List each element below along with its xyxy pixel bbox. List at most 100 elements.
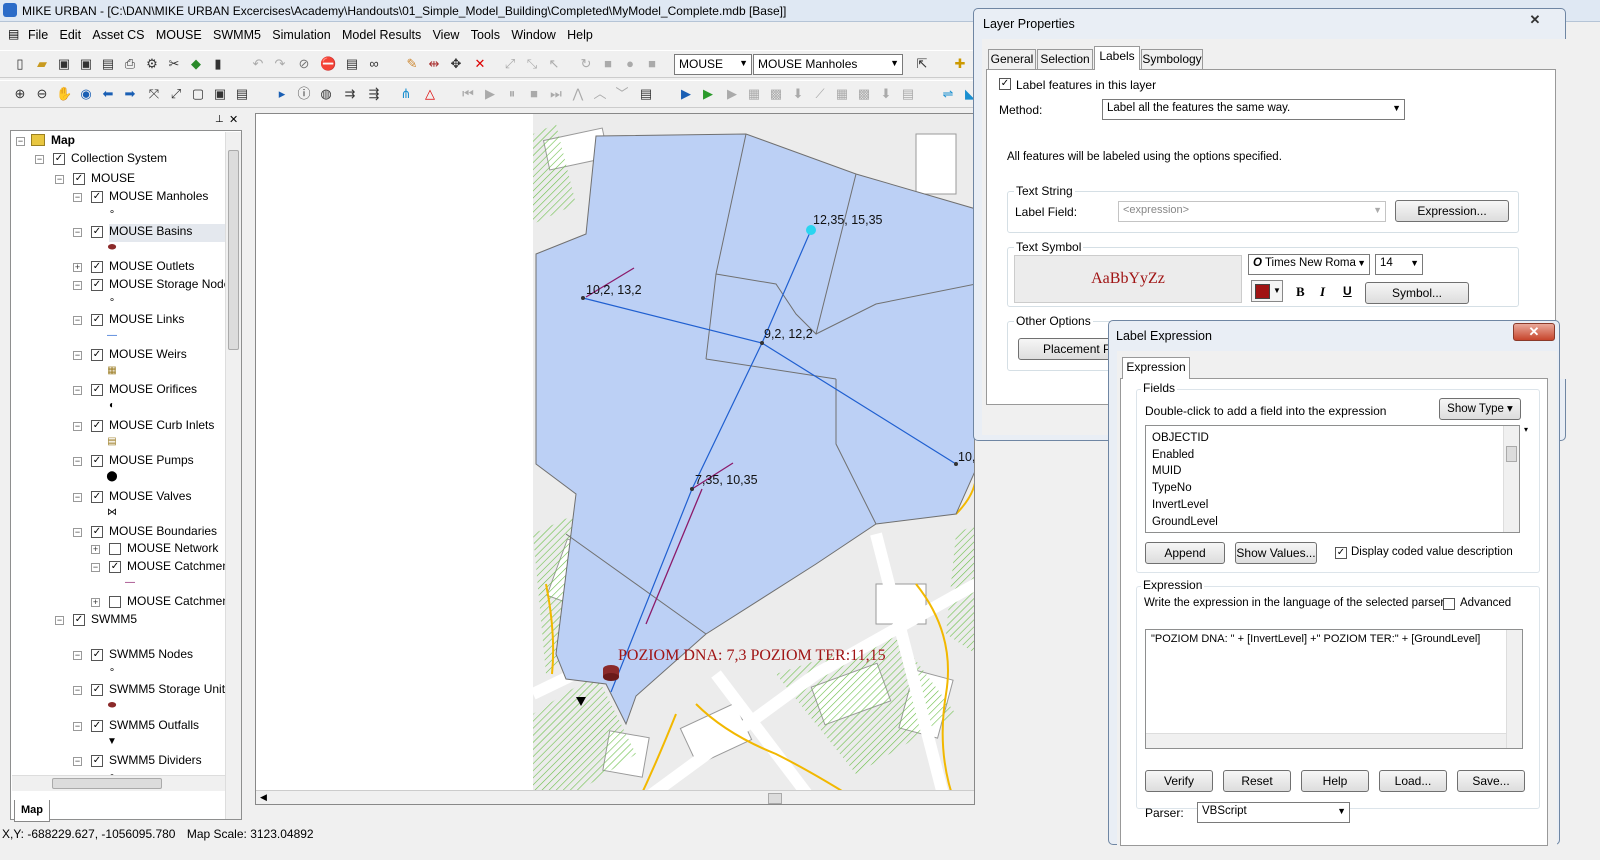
map-hscroll-thumb[interactable]	[768, 793, 782, 804]
pin-icon[interactable]: ⊥	[215, 114, 224, 125]
expand-toggle-icon[interactable]: −	[73, 757, 82, 766]
toc-layer-item[interactable]: SWMM5 Dividers	[109, 753, 225, 771]
layer-combo[interactable]: MOUSE Manholes ▼	[753, 54, 903, 75]
globe-icon[interactable]: ◆	[188, 56, 204, 72]
toc-layer-item[interactable]: MOUSE Pumps	[109, 453, 225, 471]
tool-g-icon[interactable]: ⬇	[878, 86, 894, 102]
toc-layer-item[interactable]: SWMM5 Outfalls	[109, 718, 225, 736]
layer-visibility-checkbox[interactable]: ✓	[91, 720, 103, 732]
tool-f-icon[interactable]: ▩	[856, 86, 872, 102]
fixed-zoom-out-icon[interactable]: ⤢	[168, 86, 184, 102]
menu-simulation[interactable]: Simulation	[268, 22, 334, 42]
toc-layer-item[interactable]: MOUSE Network	[127, 541, 225, 559]
select-layer-icon[interactable]: ⇱	[914, 56, 930, 72]
fixed-zoom-in-icon[interactable]: ⤧	[146, 86, 162, 102]
toc-hscroll-thumb[interactable]	[52, 778, 162, 789]
field-list-item[interactable]: MUID	[1152, 465, 1181, 477]
full-extent-icon[interactable]: ◉	[78, 86, 94, 102]
map-view[interactable]: 12,35, 15,35 10,2, 13,2 9,2, 12,2 10,5, …	[255, 113, 975, 805]
menu-file[interactable]: File	[24, 22, 52, 42]
collapse-icon[interactable]: −	[16, 137, 25, 146]
collection-system-checkbox[interactable]: ✓	[53, 153, 65, 165]
toc-close-icon[interactable]: ✕	[229, 113, 238, 126]
open-icon[interactable]: ▰	[34, 56, 50, 72]
field-list-item[interactable]: Enabled	[1152, 449, 1194, 461]
toc-layer-item[interactable]: MOUSE Boundaries	[109, 524, 225, 542]
fill-icon[interactable]: ■	[644, 56, 660, 72]
expand-toggle-icon[interactable]: +	[73, 263, 82, 272]
down-icon[interactable]: ﹀	[614, 86, 630, 102]
tools-icon[interactable]: ✂	[166, 56, 182, 72]
pencil-icon[interactable]: ✎	[404, 56, 420, 72]
menu-window[interactable]: Window	[507, 22, 559, 42]
layer-visibility-checkbox[interactable]	[109, 596, 121, 608]
field-list-item[interactable]: GroundLevel	[1152, 516, 1218, 528]
tool-d-icon[interactable]: ⟋	[812, 86, 828, 102]
pointer-icon[interactable]: ↖	[546, 56, 562, 72]
run-gray-icon[interactable]: ▶	[724, 86, 740, 102]
font-size-select[interactable]: 14 ▼	[1375, 254, 1423, 275]
display-coded-checkbox[interactable]: ✓	[1335, 547, 1347, 559]
reset-button[interactable]: Reset	[1223, 770, 1291, 792]
save-icon[interactable]: ▣	[56, 56, 72, 72]
tool-a-icon[interactable]: ▦	[746, 86, 762, 102]
layer-visibility-checkbox[interactable]: ✓	[91, 314, 103, 326]
layer-visibility-checkbox[interactable]: ✓	[73, 614, 85, 626]
trace2-icon[interactable]: ⇶	[366, 86, 382, 102]
load-button[interactable]: Load...	[1379, 770, 1447, 792]
identify-icon[interactable]: ⓘ	[296, 86, 312, 102]
tab-selection[interactable]: Selection	[1037, 49, 1093, 69]
fields-scroll-thumb[interactable]	[1506, 446, 1517, 462]
pan-icon[interactable]: ✋	[56, 86, 72, 102]
back-icon[interactable]: ⬅	[100, 86, 116, 102]
expression-button[interactable]: Expression...	[1395, 200, 1509, 222]
toc-layer-item[interactable]: MOUSE Manholes	[109, 189, 225, 207]
symbol-button[interactable]: Symbol...	[1365, 282, 1469, 304]
toc-layer-item[interactable]: MOUSE Outlets	[109, 259, 225, 277]
color-picker[interactable]: ▼	[1251, 280, 1283, 302]
toc-layer-item[interactable]: MOUSE Weirs	[109, 347, 225, 365]
no-entry-icon[interactable]: ⛔	[320, 56, 336, 72]
menu-edit[interactable]: Edit	[56, 22, 86, 42]
help-button[interactable]: Help	[1301, 770, 1369, 792]
toc-layer-item[interactable]: MOUSE Valves	[109, 489, 225, 507]
rewind-icon[interactable]: ⏮	[460, 86, 476, 102]
field-list-item[interactable]: Diameter	[1152, 532, 1199, 533]
scroll-left-icon[interactable]: ◀	[260, 792, 267, 803]
layer-visibility-checkbox[interactable]	[109, 543, 121, 555]
expand-toggle-icon[interactable]: −	[73, 228, 82, 237]
expand-toggle-icon[interactable]: −	[91, 563, 100, 572]
bold-button[interactable]: B	[1296, 284, 1305, 300]
layer-visibility-checkbox[interactable]: ✓	[91, 226, 103, 238]
stop-icon[interactable]: ⊘	[296, 56, 312, 72]
run-green-icon[interactable]: ▶	[700, 86, 716, 102]
connect-icon[interactable]: ⤢	[502, 56, 518, 72]
toc-layer-item[interactable]: MOUSE Basins	[109, 224, 225, 242]
layer-visibility-checkbox[interactable]: ✓	[91, 384, 103, 396]
page-icon[interactable]: ▤	[638, 86, 654, 102]
layer-visibility-checkbox[interactable]: ✓	[91, 261, 103, 273]
pause-icon[interactable]: ⏸	[504, 86, 520, 102]
layer-visibility-checkbox[interactable]: ✓	[91, 491, 103, 503]
fields-scrollbar[interactable]	[1503, 426, 1519, 532]
tool-i-icon[interactable]: ⇌	[940, 86, 956, 102]
up-icon[interactable]: ︿	[592, 86, 608, 102]
trace-icon[interactable]: ⇉	[342, 86, 358, 102]
find-icon[interactable]: ◍	[318, 86, 334, 102]
tool-b-icon[interactable]: ▩	[768, 86, 784, 102]
toc-layer-item[interactable]: SWMM5	[91, 612, 225, 630]
menu-help[interactable]: Help	[563, 22, 597, 42]
expand-toggle-icon[interactable]: −	[73, 281, 82, 290]
expand-toggle-icon[interactable]: −	[73, 493, 82, 502]
tool-e-icon[interactable]: ▦	[834, 86, 850, 102]
expression-hscrollbar[interactable]	[1146, 733, 1506, 748]
layer-visibility-checkbox[interactable]: ✓	[73, 173, 85, 185]
label-field-select[interactable]: <expression> ▼	[1118, 201, 1386, 222]
layer-visibility-checkbox[interactable]: ✓	[91, 684, 103, 696]
field-list-item[interactable]: OBJECTID	[1152, 432, 1209, 444]
toc-map-root[interactable]: Map	[51, 133, 75, 151]
expand-toggle-icon[interactable]: −	[55, 175, 64, 184]
expand-toggle-icon[interactable]: −	[73, 528, 82, 537]
menu-asset-cs[interactable]: Asset CS	[88, 22, 148, 42]
step-icon[interactable]: ⏭	[548, 86, 564, 102]
